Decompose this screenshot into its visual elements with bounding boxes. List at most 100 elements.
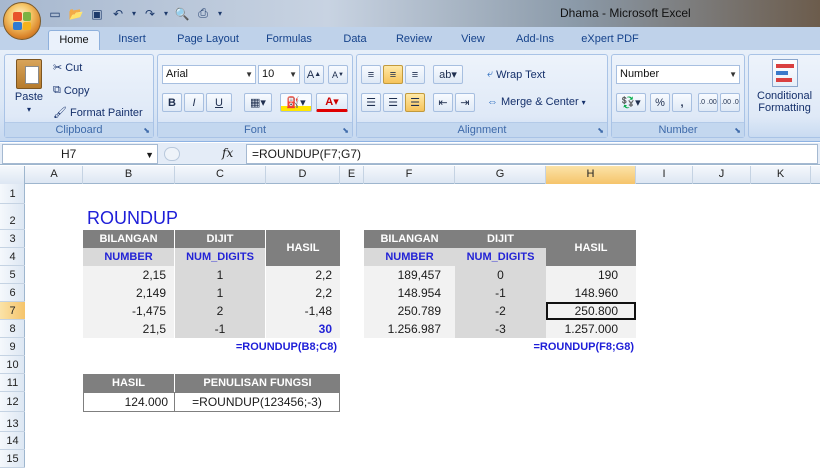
tab-view[interactable]: View xyxy=(452,30,494,50)
undo-dropdown-icon[interactable]: ▾ xyxy=(130,5,138,23)
office-button[interactable] xyxy=(3,2,41,40)
table2-header-dijit[interactable]: DIJIT xyxy=(455,230,546,248)
row-header-8[interactable]: 8 xyxy=(0,320,25,338)
table2-result[interactable]: 190 xyxy=(546,266,636,284)
tab-add-ins[interactable]: Add-Ins xyxy=(506,30,564,50)
accounting-format-button[interactable]: 💱▾ xyxy=(616,93,646,112)
table1-number[interactable]: 2,15 xyxy=(83,266,174,284)
row-header-1[interactable]: 1 xyxy=(0,184,25,204)
row-header-11[interactable]: 11 xyxy=(0,374,25,392)
alignment-launcher-icon[interactable]: ⬊ xyxy=(597,126,604,135)
font-launcher-icon[interactable]: ⬊ xyxy=(342,126,349,135)
format-painter-button[interactable]: 🖌 Format Painter xyxy=(53,106,143,120)
table2-header-num-digits[interactable]: NUM_DIGITS xyxy=(455,248,546,266)
bold-button[interactable]: B xyxy=(162,93,182,112)
table2-result[interactable]: 148.960 xyxy=(546,284,636,302)
table2-digits[interactable]: -1 xyxy=(455,284,546,302)
percent-style-button[interactable]: % xyxy=(650,93,670,112)
decrease-indent-button[interactable]: ⇤ xyxy=(433,93,453,112)
wrap-text-button[interactable]: ⤶ Wrap Text xyxy=(487,68,545,81)
grow-font-button[interactable]: A ▲ xyxy=(304,65,324,84)
table1-result[interactable]: 30 xyxy=(266,320,340,338)
table1-header-dijit[interactable]: DIJIT xyxy=(175,230,265,248)
table1-result[interactable]: -1,48 xyxy=(266,302,340,320)
save-icon[interactable]: ▣ xyxy=(88,5,106,23)
tab-review[interactable]: Review xyxy=(388,30,440,50)
column-header-i[interactable]: I xyxy=(636,166,693,184)
borders-button[interactable]: ▦▾ xyxy=(244,93,272,112)
column-header-a[interactable]: A xyxy=(26,166,83,184)
row-header-14[interactable]: 14 xyxy=(0,432,25,450)
row-header-2[interactable]: 2 xyxy=(0,204,25,230)
table1-number[interactable]: 2,149 xyxy=(83,284,174,302)
column-header-e[interactable]: E xyxy=(340,166,364,184)
table3-formula-text[interactable]: =ROUNDUP(123456;-3) xyxy=(174,392,340,412)
table2-result[interactable]: 1.257.000 xyxy=(546,320,636,338)
table1-header-bilangan[interactable]: BILANGAN xyxy=(83,230,174,248)
table2-digits[interactable]: 0 xyxy=(455,266,546,284)
table2-number[interactable]: 1.256.987 xyxy=(364,320,455,338)
increase-indent-button[interactable]: ⇥ xyxy=(455,93,475,112)
cut-button[interactable]: ✂ Cut xyxy=(53,61,82,75)
row-header-5[interactable]: 5 xyxy=(0,266,25,284)
table2-digits[interactable]: -2 xyxy=(455,302,546,320)
tab-insert[interactable]: Insert xyxy=(108,30,156,50)
new-icon[interactable]: ▭ xyxy=(46,5,64,23)
clipboard-launcher-icon[interactable]: ⬊ xyxy=(143,126,150,135)
row-header-9[interactable]: 9 xyxy=(0,338,25,356)
table1-formula-note[interactable]: =ROUNDUP(B8;C8) xyxy=(175,338,337,356)
table2-number[interactable]: 189,457 xyxy=(364,266,455,284)
undo-icon[interactable]: ↶ xyxy=(109,5,127,23)
open-icon[interactable]: 📂 xyxy=(67,5,85,23)
tab-home[interactable]: Home xyxy=(48,30,100,50)
italic-button[interactable]: I xyxy=(184,93,204,112)
copy-button[interactable]: ⧉ Copy xyxy=(53,84,90,97)
table1-number[interactable]: 21,5 xyxy=(83,320,174,338)
redo-dropdown-icon[interactable]: ▾ xyxy=(162,5,170,23)
table2-header-bilangan[interactable]: BILANGAN xyxy=(364,230,455,248)
table1-header-number[interactable]: NUMBER xyxy=(83,248,174,266)
row-header-4[interactable]: 4 xyxy=(0,248,25,266)
worksheet-grid[interactable]: ROUNDUP BILANGAN DIJIT HASIL NUMBER NUM_… xyxy=(26,184,820,468)
table2-digits[interactable]: -3 xyxy=(455,320,546,338)
column-header-d[interactable]: D xyxy=(266,166,340,184)
table1-digits[interactable]: 2 xyxy=(175,302,265,320)
paste-button[interactable]: Paste ▾ xyxy=(11,59,47,114)
orientation-button[interactable]: ab▾ xyxy=(433,65,463,84)
table1-result[interactable]: 2,2 xyxy=(266,284,340,302)
name-box[interactable]: H7 ▼ xyxy=(2,144,158,164)
merge-center-button[interactable]: ⇔ Merge & Center ▾ xyxy=(487,96,586,108)
row-header-6[interactable]: 6 xyxy=(0,284,25,302)
table1-digits[interactable]: 1 xyxy=(175,266,265,284)
sheet-title[interactable]: ROUNDUP xyxy=(87,206,178,230)
underline-button[interactable]: U xyxy=(206,93,232,112)
align-top-button[interactable]: ≡ xyxy=(361,65,381,84)
expand-handle-icon[interactable] xyxy=(164,147,180,161)
table1-number[interactable]: -1,475 xyxy=(83,302,174,320)
row-header-10[interactable]: 10 xyxy=(0,356,25,374)
column-header-f[interactable]: F xyxy=(364,166,455,184)
table2-header-number[interactable]: NUMBER xyxy=(364,248,455,266)
table1-result[interactable]: 2,2 xyxy=(266,266,340,284)
tab-formulas[interactable]: Formulas xyxy=(258,30,320,50)
align-bottom-button[interactable]: ≡ xyxy=(405,65,425,84)
select-all-corner[interactable] xyxy=(0,166,25,184)
table1-digits[interactable]: 1 xyxy=(175,284,265,302)
column-header-c[interactable]: C xyxy=(175,166,266,184)
tab-page-layout[interactable]: Page Layout xyxy=(168,30,248,50)
table2-number[interactable]: 148.954 xyxy=(364,284,455,302)
number-launcher-icon[interactable]: ⬊ xyxy=(734,126,741,135)
font-family-select[interactable]: Arial ▼ xyxy=(162,65,256,84)
table2-number[interactable]: 250.789 xyxy=(364,302,455,320)
quick-print-icon[interactable]: ⎙ xyxy=(194,5,212,23)
column-header-j[interactable]: J xyxy=(693,166,751,184)
row-header-15[interactable]: 15 xyxy=(0,450,25,468)
align-right-button[interactable]: ☰ xyxy=(405,93,425,112)
formula-input[interactable]: =ROUNDUP(F7;G7) xyxy=(246,144,818,164)
column-header-g[interactable]: G xyxy=(455,166,546,184)
shrink-font-button[interactable]: A ▼ xyxy=(328,65,348,84)
conditional-formatting-button[interactable]: Conditional Formatting xyxy=(757,59,812,114)
align-center-button[interactable]: ☰ xyxy=(383,93,403,112)
table2-result-selected[interactable]: 250.800 xyxy=(546,302,636,320)
tab-expert-pdf[interactable]: eXpert PDF xyxy=(576,30,644,50)
